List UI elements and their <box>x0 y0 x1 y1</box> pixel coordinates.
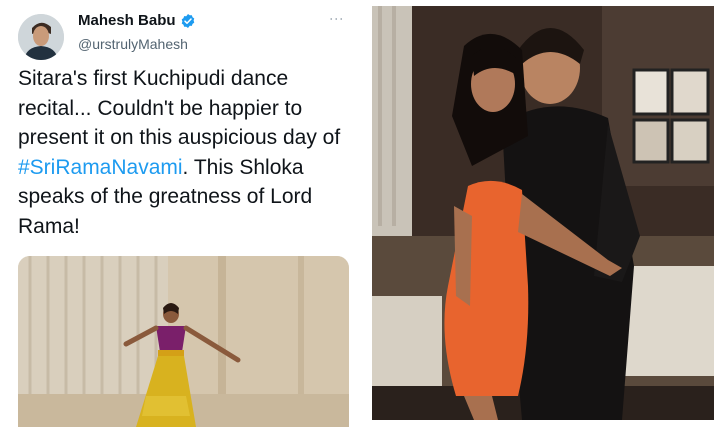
author-name-row: Mahesh Babu <box>78 12 196 29</box>
author-avatar[interactable] <box>18 14 64 60</box>
hashtag-link[interactable]: #SriRamaNavami <box>18 156 183 179</box>
tweet-video-thumbnail[interactable] <box>18 256 349 427</box>
author-name[interactable]: Mahesh Babu <box>78 12 176 29</box>
tweet-text-part-1: Sitara's first Kuchipudi dance recital..… <box>18 67 347 149</box>
tweet-card: Mahesh Babu @urstrulyMahesh ⋮ Sitara's f… <box>0 0 364 427</box>
tweet-text: Sitara's first Kuchipudi dance recital..… <box>18 64 358 241</box>
side-photo <box>372 6 714 420</box>
verified-badge-icon <box>180 13 196 29</box>
dance-video-frame <box>18 256 349 427</box>
author-handle[interactable]: @urstrulyMahesh <box>78 36 188 52</box>
party-photo-image <box>372 6 714 420</box>
avatar-image <box>18 14 64 60</box>
more-vertical-icon[interactable]: ⋮ <box>329 12 345 26</box>
